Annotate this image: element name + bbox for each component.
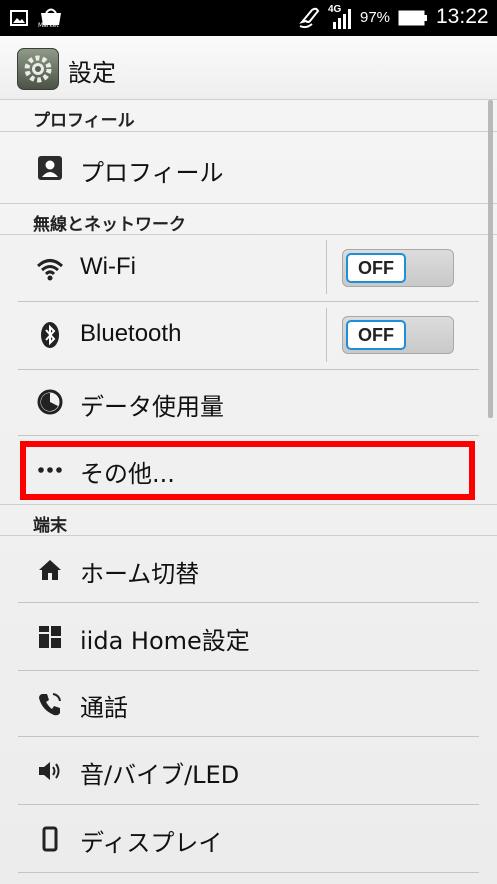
data-usage-icon: [36, 388, 64, 416]
battery-icon: [398, 9, 428, 31]
profile-icon: [36, 154, 64, 182]
highlight-box: [20, 441, 475, 500]
list-item-bluetooth[interactable]: Bluetooth OFF: [0, 302, 497, 370]
bluetooth-icon: [36, 321, 64, 349]
list-item-label: 音/バイブ/LED: [80, 761, 240, 789]
list-item-data-usage[interactable]: データ使用量: [0, 370, 497, 436]
divider: [326, 240, 327, 294]
display-icon: [36, 825, 64, 853]
list-item-label: iida Home設定: [80, 627, 250, 655]
list-item-label: Wi-Fi: [80, 253, 136, 280]
list-item-sound[interactable]: 音/バイブ/LED: [0, 737, 497, 805]
clock: 13:22: [436, 5, 489, 28]
section-header-label: プロフィール: [33, 111, 135, 131]
list-item-display[interactable]: ディスプレイ: [0, 805, 497, 873]
phone-icon: [36, 690, 64, 718]
toggle-knob: OFF: [346, 253, 406, 283]
list-item-label: ホーム切替: [80, 560, 200, 588]
market-icon: [36, 6, 66, 34]
wifi-icon: [36, 255, 64, 283]
divider: [326, 308, 327, 362]
status-bar: Market 4G 97% 13:22: [0, 0, 497, 36]
battery-percent: 97%: [360, 9, 391, 26]
list-item-label: Bluetooth: [80, 320, 182, 347]
signal-icon: [330, 8, 354, 34]
list-item-call[interactable]: 通話: [0, 671, 497, 737]
market-label: Market: [38, 22, 59, 29]
section-header-profile: プロフィール: [0, 100, 497, 132]
list-item-label: プロフィール: [80, 159, 224, 187]
list-item-label: 通話: [80, 694, 128, 722]
speaker-icon: [36, 757, 64, 785]
home-icon: [36, 556, 64, 584]
list-item-label: データ使用量: [80, 393, 224, 421]
page-title: 設定: [68, 59, 116, 87]
wifi-toggle[interactable]: OFF: [342, 249, 454, 287]
list-item-profile[interactable]: プロフィール: [0, 133, 497, 203]
list-item-iida-home[interactable]: iida Home設定: [0, 603, 497, 671]
settings-gear-icon[interactable]: [17, 48, 59, 90]
list-item-wifi[interactable]: Wi-Fi OFF: [0, 236, 497, 302]
toggle-knob: OFF: [346, 320, 406, 350]
section-header-label: 端末: [33, 516, 67, 536]
section-header-label: 無線とネットワーク: [33, 215, 186, 235]
bluetooth-toggle[interactable]: OFF: [342, 316, 454, 354]
action-bar: 設定: [0, 36, 497, 100]
image-icon: [10, 10, 28, 30]
nfc-icon: [296, 6, 322, 34]
list-item-label: ディスプレイ: [80, 829, 223, 857]
section-header-wireless: 無線とネットワーク: [0, 203, 497, 235]
grid-icon: [36, 623, 64, 651]
scrollbar[interactable]: [488, 100, 493, 418]
list-item-home-switch[interactable]: ホーム切替: [0, 537, 497, 603]
row-divider: [18, 872, 479, 873]
section-header-device: 端末: [0, 504, 497, 536]
